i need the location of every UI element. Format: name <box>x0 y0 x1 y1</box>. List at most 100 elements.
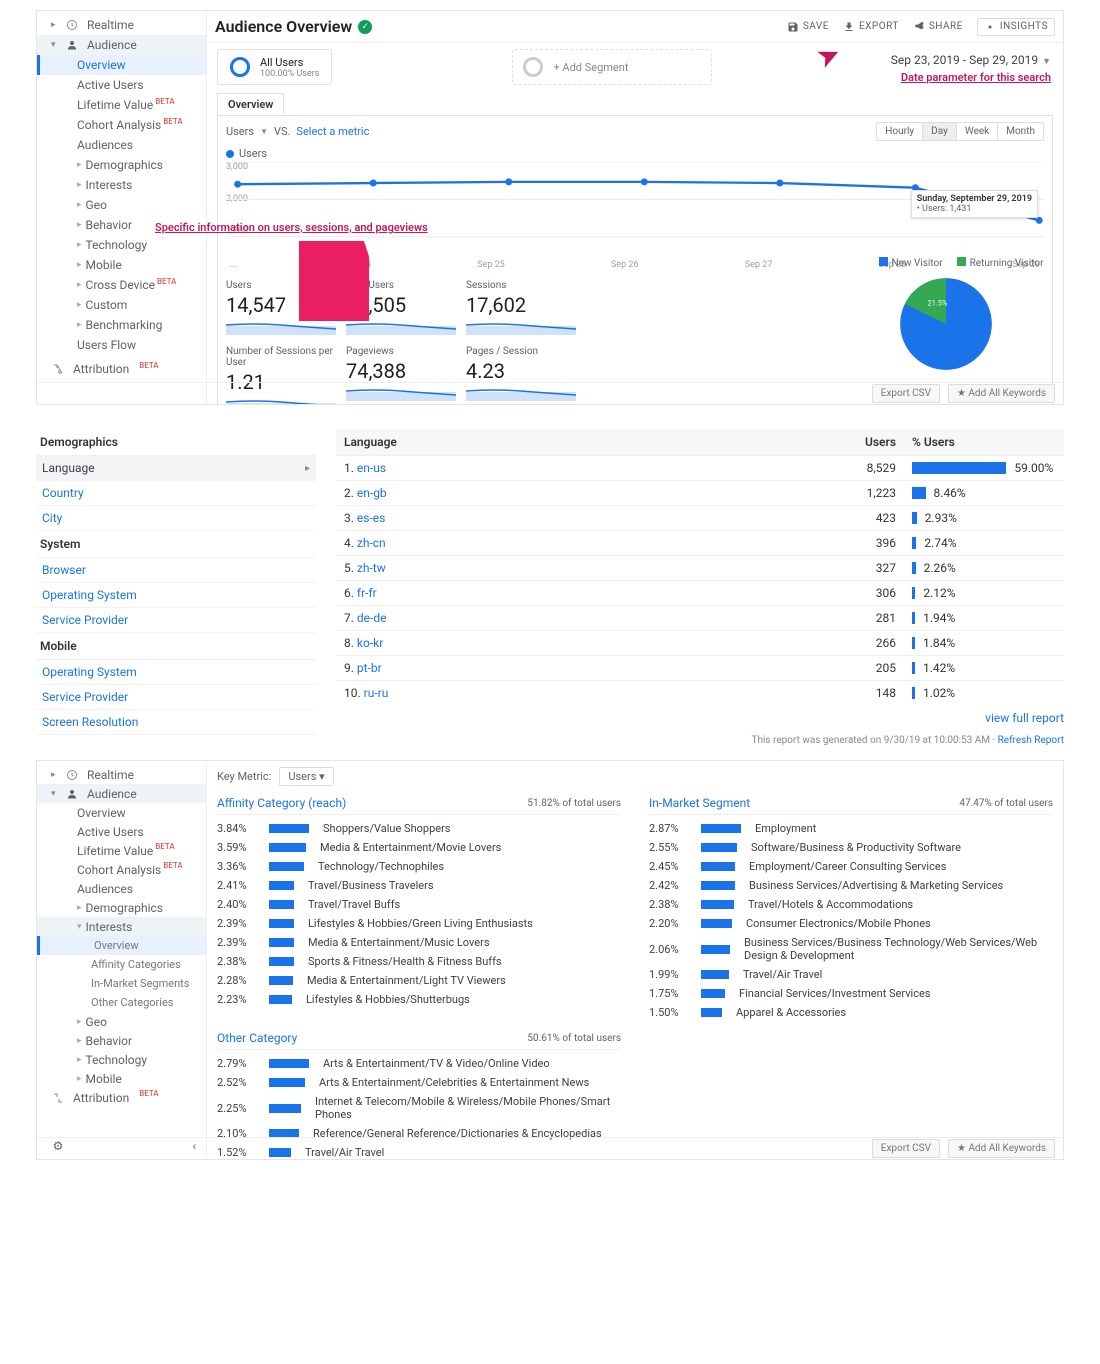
share-button[interactable]: SHARE <box>913 21 963 33</box>
sidebar-sub-active-users[interactable]: Active Users <box>37 75 206 95</box>
export-csv-button[interactable]: Export CSV <box>872 384 940 403</box>
sidebar-sub-users-flow[interactable]: Users Flow <box>37 335 206 355</box>
sidebar-item-audience[interactable]: ▾Audience <box>37 784 206 803</box>
key-metric-selector[interactable]: Key Metric: Users ▾ <box>217 767 1053 786</box>
sidebar-sub-cohort-analysis[interactable]: Cohort AnalysisBETA <box>37 115 206 135</box>
save-button[interactable]: SAVE <box>787 21 829 33</box>
sidebar-sub-demographics[interactable]: ▸Demographics <box>37 155 206 175</box>
col-pct[interactable]: % Users <box>904 429 1064 456</box>
category-row[interactable]: 1.50%Apparel & Accessories <box>649 1003 1053 1022</box>
sidebar-sub-lifetime-value[interactable]: Lifetime ValueBETA <box>37 841 206 860</box>
segment-chip-allusers[interactable]: All Users 100.00% Users <box>217 49 332 85</box>
category-row[interactable]: 1.99%Travel/Air Travel <box>649 965 1053 984</box>
category-row[interactable]: 2.20%Consumer Electronics/Mobile Phones <box>649 914 1053 933</box>
dim-row-service-provider[interactable]: Service Provider <box>36 608 316 633</box>
sidebar-sub-overview[interactable]: Overview <box>37 55 206 75</box>
sidebar-sub-audiences[interactable]: Audiences <box>37 135 206 155</box>
category-row[interactable]: 2.41%Travel/Business Travelers <box>217 876 621 895</box>
category-row[interactable]: 2.39%Lifestyles & Hobbies/Green Living E… <box>217 914 621 933</box>
dim-row-operating-system[interactable]: Operating System <box>36 660 316 685</box>
dim-row-city[interactable]: City <box>36 506 316 531</box>
category-row[interactable]: 2.38%Sports & Fitness/Health & Fitness B… <box>217 952 621 971</box>
language-link[interactable]: zh-tw <box>357 561 386 575</box>
category-row[interactable]: 3.36%Technology/Technophiles <box>217 857 621 876</box>
category-row[interactable]: 2.79%Arts & Entertainment/TV & Video/Onl… <box>217 1054 621 1073</box>
language-link[interactable]: ko-kr <box>357 636 383 650</box>
sidebar-sub-mobile[interactable]: ▸Mobile <box>37 255 206 275</box>
sidebar-item-realtime[interactable]: ▸Realtime <box>37 765 206 784</box>
tab-overview[interactable]: Overview <box>217 93 284 115</box>
view-full-report-link[interactable]: view full report <box>336 705 1064 731</box>
sidebar-item-attribution[interactable]: AttributionBETA <box>37 1088 206 1107</box>
category-row[interactable]: 2.38%Travel/Hotels & Accommodations <box>649 895 1053 914</box>
sidebar-sub-interests[interactable]: ▾Interests <box>37 917 206 936</box>
dim-row-screen-resolution[interactable]: Screen Resolution <box>36 710 316 735</box>
dim-row-operating-system[interactable]: Operating System <box>36 583 316 608</box>
language-link[interactable]: pt-br <box>357 661 382 675</box>
sidebar-sub-behavior[interactable]: ▸Behavior <box>37 1031 206 1050</box>
dim-row-language[interactable]: Language▸ <box>36 456 316 481</box>
dim-row-browser[interactable]: Browser <box>36 558 316 583</box>
language-link[interactable]: en-us <box>357 461 386 475</box>
dim-row-service-provider[interactable]: Service Provider <box>36 685 316 710</box>
language-link[interactable]: en-gb <box>357 486 387 500</box>
insights-button[interactable]: INSIGHTS <box>977 18 1055 36</box>
category-row[interactable]: 2.45%Employment/Career Consulting Servic… <box>649 857 1053 876</box>
granularity-month[interactable]: Month <box>997 123 1043 140</box>
sidebar-sub-active-users[interactable]: Active Users <box>37 822 206 841</box>
metric-selector[interactable]: Users▼ VS. Select a metric <box>226 125 369 138</box>
dim-row-country[interactable]: Country <box>36 481 316 506</box>
sidebar-sub-lifetime-value[interactable]: Lifetime ValueBETA <box>37 95 206 115</box>
category-row[interactable]: 3.84%Shoppers/Value Shoppers <box>217 819 621 838</box>
category-title[interactable]: Other Category <box>217 1031 297 1045</box>
sidebar-sub-technology[interactable]: ▸Technology <box>37 235 206 255</box>
sidebar-sub-geo[interactable]: ▸Geo <box>37 1012 206 1031</box>
sidebar-sub-overview[interactable]: Overview <box>37 803 206 822</box>
sidebar-item-realtime[interactable]: ▸ Realtime <box>37 15 206 35</box>
sidebar-sub-custom[interactable]: ▸Custom <box>37 295 206 315</box>
language-link[interactable]: ru-ru <box>364 686 389 700</box>
category-title[interactable]: Affinity Category (reach) <box>217 796 346 810</box>
category-row[interactable]: 2.23%Lifestyles & Hobbies/Shutterbugs <box>217 990 621 1009</box>
sidebar-sub-other-categories[interactable]: Other Categories <box>37 993 206 1012</box>
category-row[interactable]: 2.40%Travel/Travel Buffs <box>217 895 621 914</box>
category-row[interactable]: 2.25%Internet & Telecom/Mobile & Wireles… <box>217 1092 621 1124</box>
refresh-report-link[interactable]: Refresh Report <box>998 735 1064 746</box>
category-row[interactable]: 1.75%Financial Services/Investment Servi… <box>649 984 1053 1003</box>
export-csv-button[interactable]: Export CSV <box>872 1139 940 1158</box>
sidebar-sub-mobile[interactable]: ▸Mobile <box>37 1069 206 1088</box>
sidebar-sub-benchmarking[interactable]: ▸Benchmarking <box>37 315 206 335</box>
category-row[interactable]: 2.06%Business Services/Business Technolo… <box>649 933 1053 965</box>
export-button[interactable]: EXPORT <box>843 21 899 33</box>
category-row[interactable]: 2.28%Media & Entertainment/Light TV View… <box>217 971 621 990</box>
category-row[interactable]: 2.39%Media & Entertainment/Music Lovers <box>217 933 621 952</box>
category-row[interactable]: 3.59%Media & Entertainment/Movie Lovers <box>217 838 621 857</box>
sidebar-sub-cohort-analysis[interactable]: Cohort AnalysisBETA <box>37 860 206 879</box>
sidebar-item-attribution[interactable]: Attribution BETA <box>37 359 206 379</box>
col-users[interactable]: Users <box>834 429 904 456</box>
category-row[interactable]: 2.52%Arts & Entertainment/Celebrities & … <box>217 1073 621 1092</box>
sidebar-sub-interests[interactable]: ▸Interests <box>37 175 206 195</box>
language-link[interactable]: fr-fr <box>357 586 377 600</box>
sidebar-sub-affinity-categories[interactable]: Affinity Categories <box>37 955 206 974</box>
granularity-hourly[interactable]: Hourly <box>877 123 922 140</box>
scorecard-sessions[interactable]: Sessions17,602 <box>466 280 586 338</box>
category-row[interactable]: 2.55%Software/Business & Productivity So… <box>649 838 1053 857</box>
sidebar-sub-overview[interactable]: Overview <box>37 936 206 955</box>
sidebar-sub-technology[interactable]: ▸Technology <box>37 1050 206 1069</box>
sidebar-sub-audiences[interactable]: Audiences <box>37 879 206 898</box>
sidebar-item-audience[interactable]: ▾ Audience <box>37 35 206 55</box>
col-language[interactable]: Language <box>336 429 834 456</box>
date-range-picker[interactable]: Sep 23, 2019 - Sep 29, 2019▼ <box>891 53 1051 67</box>
granularity-week[interactable]: Week <box>956 123 997 140</box>
add-keywords-button[interactable]: ★ Add All Keywords <box>948 1139 1055 1158</box>
language-link[interactable]: es-es <box>357 511 385 525</box>
granularity-toggle[interactable]: HourlyDayWeekMonth <box>876 122 1044 141</box>
language-link[interactable]: zh-cn <box>357 536 386 550</box>
language-link[interactable]: de-de <box>357 611 387 625</box>
category-title[interactable]: In-Market Segment <box>649 796 750 810</box>
sidebar-sub-geo[interactable]: ▸Geo <box>37 195 206 215</box>
sidebar-sub-in-market-segments[interactable]: In-Market Segments <box>37 974 206 993</box>
granularity-day[interactable]: Day <box>922 123 956 140</box>
add-segment-button[interactable]: + Add Segment <box>512 49 712 85</box>
